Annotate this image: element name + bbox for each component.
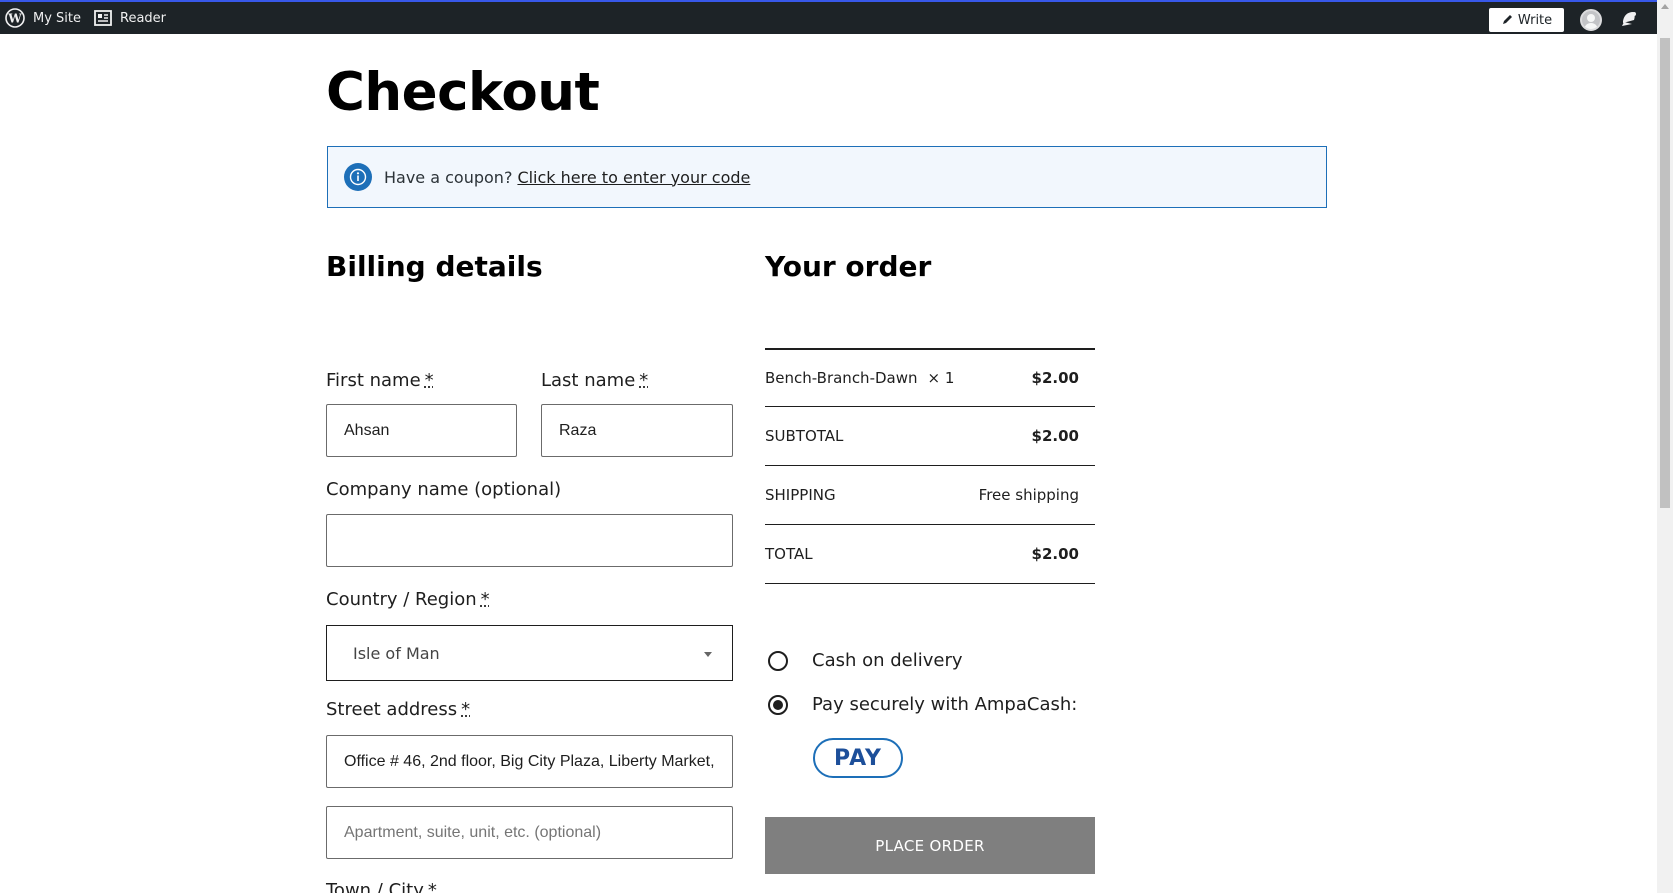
street-label: Street address * — [326, 699, 470, 720]
info-icon — [344, 163, 372, 191]
required-mark: * — [425, 370, 434, 391]
pen-icon — [1501, 14, 1513, 26]
apartment-field[interactable]: Apartment, suite, unit, etc. (optional) — [326, 806, 733, 859]
avatar-icon[interactable] — [1580, 9, 1602, 31]
product-total: $2.00 — [1032, 369, 1079, 387]
chevron-down-icon — [704, 652, 712, 657]
subtotal-value: $2.00 — [1032, 427, 1079, 445]
last-name-label: Last name * — [541, 370, 648, 391]
shipping-row: SHIPPING Free shipping — [765, 466, 1095, 525]
bell-icon[interactable] — [1618, 8, 1640, 30]
shipping-label: SHIPPING — [765, 486, 836, 504]
subtotal-row: SUBTOTAL $2.00 — [765, 407, 1095, 466]
last-name-field[interactable]: Raza — [541, 404, 733, 457]
ampacash-label: Pay securely with AmpaCash: — [812, 694, 1077, 715]
page-scrollbar[interactable] — [1657, 0, 1673, 893]
scrollbar-thumb[interactable] — [1660, 38, 1670, 508]
wordpress-logo-icon: W — [5, 8, 25, 28]
order-summary-table: Bench-Branch-Dawn × 1 $2.00 SUBTOTAL $2.0… — [765, 348, 1095, 584]
write-label: Write — [1518, 13, 1552, 28]
product-name: Bench-Branch-Dawn — [765, 369, 918, 387]
company-label: Company name (optional) — [326, 479, 561, 500]
first-name-label: First name * — [326, 370, 434, 391]
my-site-link[interactable]: W My Site — [5, 2, 81, 34]
reader-link[interactable]: Reader — [94, 2, 166, 34]
reader-label: Reader — [120, 11, 166, 26]
country-label: Country / Region * — [326, 589, 490, 610]
coupon-link[interactable]: Click here to enter your code — [517, 168, 750, 187]
place-order-button[interactable]: PLACE ORDER — [765, 817, 1095, 874]
payment-option-cod[interactable]: Cash on delivery — [768, 650, 963, 671]
cod-radio[interactable] — [768, 651, 788, 671]
coupon-notice: Have a coupon? Click here to enter your … — [327, 146, 1327, 208]
company-field[interactable] — [326, 514, 733, 567]
country-value: Isle of Man — [353, 644, 440, 663]
svg-text:W: W — [7, 12, 22, 26]
payment-option-ampacash[interactable]: Pay securely with AmpaCash: — [768, 694, 1077, 715]
reader-icon — [94, 10, 112, 26]
billing-heading: Billing details — [326, 250, 543, 283]
order-item-row: Bench-Branch-Dawn × 1 $2.00 — [765, 348, 1095, 407]
ampacash-pay-badge: PAY — [813, 738, 903, 778]
ampacash-radio[interactable] — [768, 695, 788, 715]
scroll-up-arrow-icon[interactable] — [1661, 4, 1669, 9]
my-site-label: My Site — [33, 11, 81, 26]
total-label: TOTAL — [765, 545, 813, 563]
order-heading: Your order — [765, 250, 931, 283]
admin-bar: W My Site Reader Write — [0, 0, 1657, 34]
cod-label: Cash on delivery — [812, 650, 963, 671]
required-mark: * — [461, 699, 470, 720]
country-select[interactable]: Isle of Man — [326, 625, 733, 681]
required-mark: * — [428, 880, 437, 893]
shipping-value: Free shipping — [979, 486, 1079, 504]
first-name-field[interactable]: Ahsan — [326, 404, 517, 457]
total-value: $2.00 — [1032, 545, 1079, 563]
required-mark: * — [639, 370, 648, 391]
subtotal-label: SUBTOTAL — [765, 427, 843, 445]
town-label: Town / City * — [326, 880, 437, 893]
product-quantity: × 1 — [928, 369, 955, 387]
page-title: Checkout — [326, 62, 599, 123]
total-row: TOTAL $2.00 — [765, 525, 1095, 584]
required-mark: * — [481, 589, 490, 610]
street-address-field[interactable]: Office # 46, 2nd floor, Big City Plaza, … — [326, 735, 733, 788]
coupon-prompt: Have a coupon? — [384, 168, 512, 187]
write-button[interactable]: Write — [1489, 8, 1564, 32]
